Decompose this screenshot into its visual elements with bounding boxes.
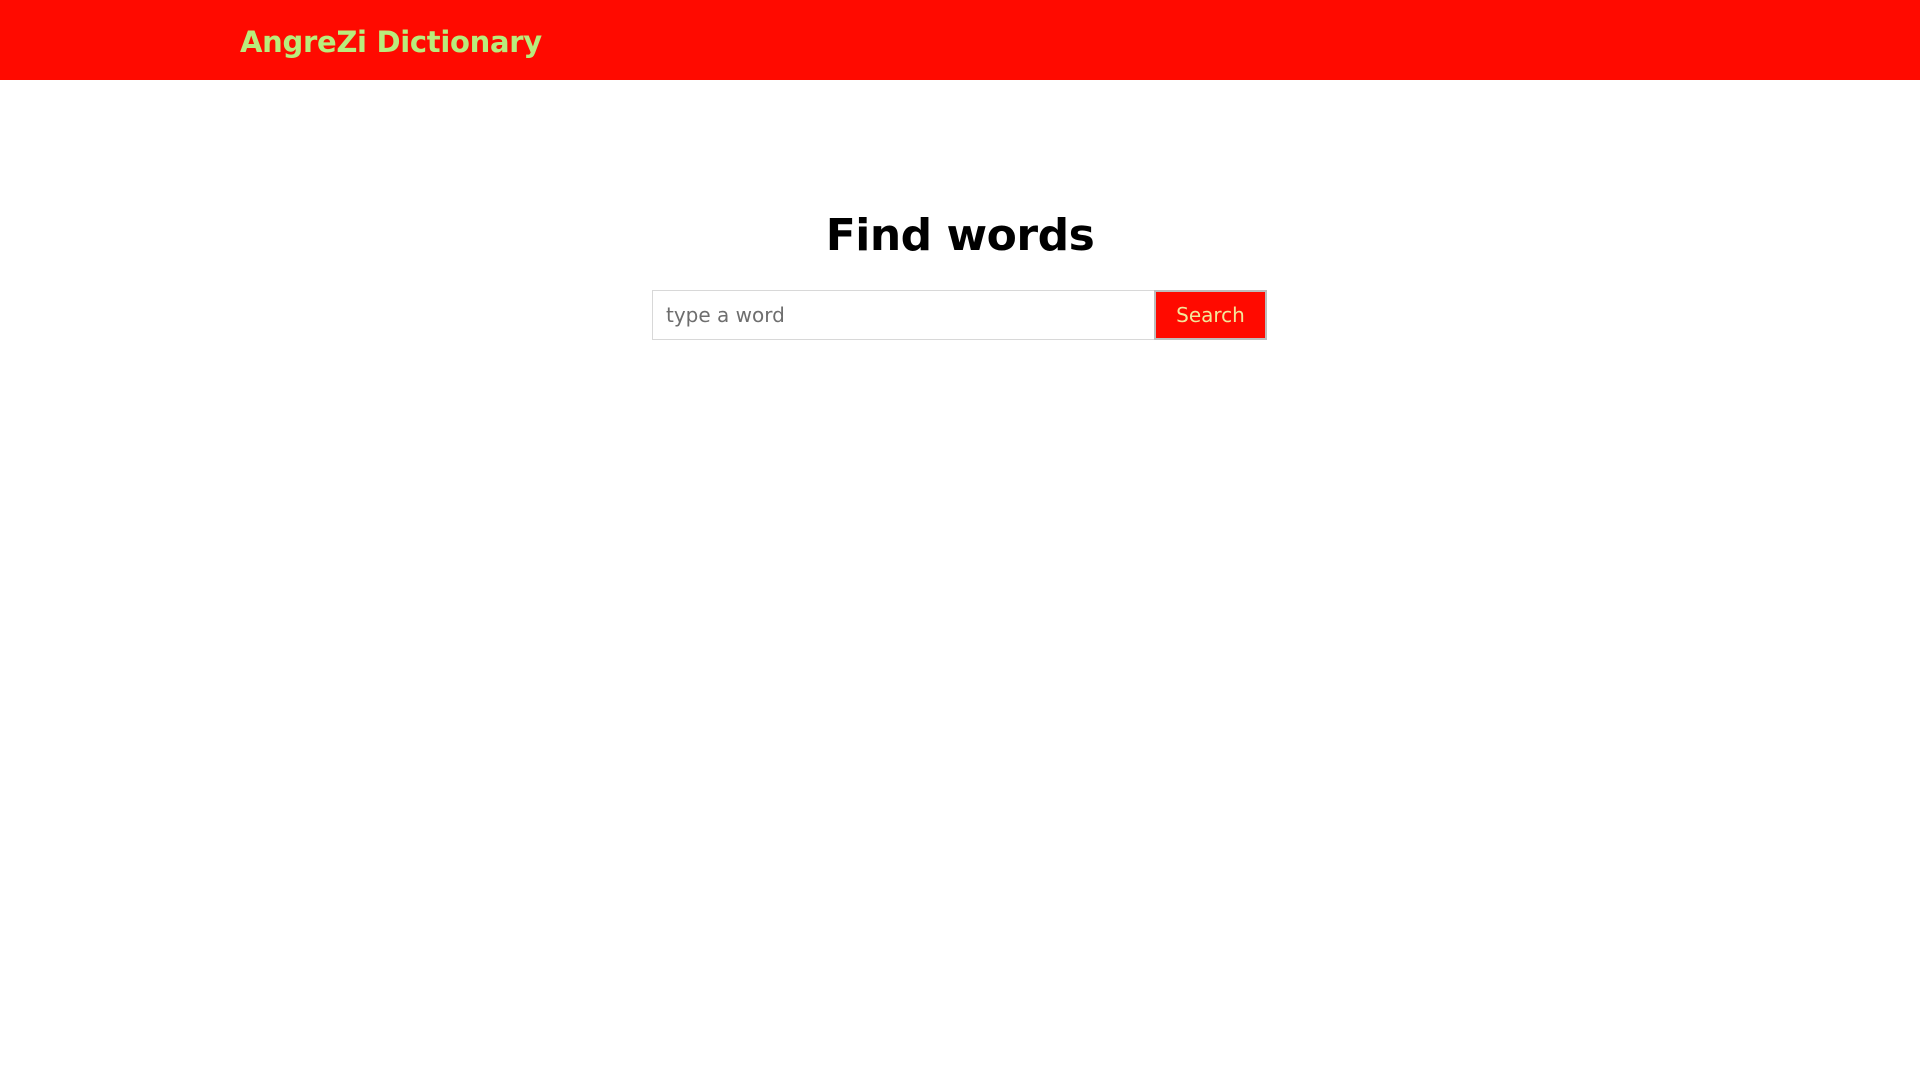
brand-link[interactable]: AngreZi Dictionary — [240, 22, 542, 62]
search-input[interactable] — [652, 290, 1154, 340]
page-title: Find words — [825, 210, 1095, 261]
top-navbar: AngreZi Dictionary — [0, 0, 1920, 80]
search-form: Search — [652, 290, 1267, 340]
search-button[interactable]: Search — [1154, 290, 1267, 340]
